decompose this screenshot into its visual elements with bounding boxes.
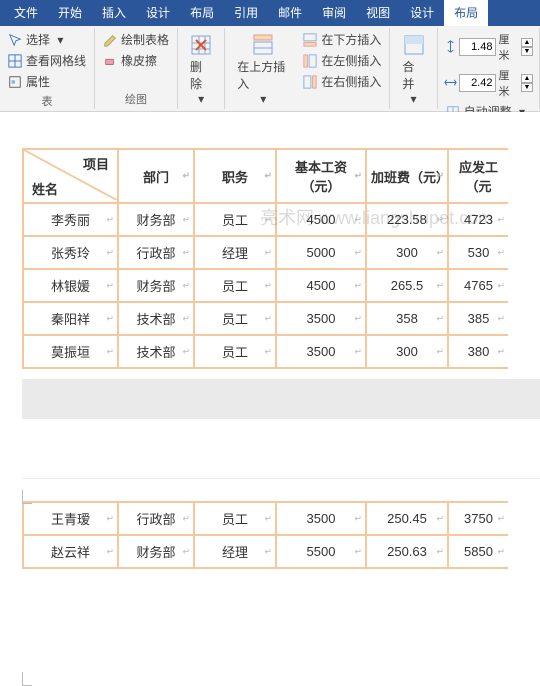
menu-布局[interactable]: 布局 [444,0,488,26]
group-label-draw: 绘图 [101,91,171,107]
group-rows-cols: 在上方插入▾ 在下方插入 在左侧插入 在右侧插入 行和列 [225,28,390,109]
col-width-input[interactable]: 2.42 [459,74,497,92]
group-merge: 合并▾ [390,28,437,109]
group-delete: 删除▾ [178,28,225,109]
menu-设计[interactable]: 设计 [400,0,444,26]
insert-below-button[interactable]: 在下方插入 [301,30,383,49]
col-base: 基本工资（元）↵ [276,149,366,203]
merge-button[interactable]: 合并▾ [396,30,430,108]
table-row[interactable]: 秦阳祥↵技术部↵员工↵3500↵358↵385↵ [23,302,508,335]
menu-审阅[interactable]: 审阅 [312,0,356,26]
table-row[interactable]: 王青瑷↵行政部↵员工↵3500↵250.45↵3750↵ [23,502,508,535]
select-button[interactable]: 选择 ▾ [6,30,88,49]
table-row[interactable]: 赵云祥↵财务部↵经理↵5500↵250.63↵5850↵ [23,535,508,568]
row-height-icon [444,40,457,54]
insert-left-button[interactable]: 在左侧插入 [301,51,383,70]
menu-文件[interactable]: 文件 [4,0,48,26]
menu-插入[interactable]: 插入 [92,0,136,26]
table-row[interactable]: 林银媛↵财务部↵员工↵4500↵265.5↵4765↵ [23,269,508,302]
menu-视图[interactable]: 视图 [356,0,400,26]
row-height-stepper[interactable]: ▲▼ [521,38,533,56]
diagonal-header: 项目 姓名 [23,149,118,203]
salary-table-2[interactable]: 王青瑷↵行政部↵员工↵3500↵250.45↵3750↵赵云祥↵财务部↵经理↵5… [22,501,508,569]
properties-button[interactable]: 属性 [6,72,88,91]
menu-设计[interactable]: 设计 [136,0,180,26]
page-break-mark [22,672,32,686]
ribbon: 选择 ▾ 查看网格线 属性 表 绘制表格 橡皮擦 绘图 删除▾ 在上方插入▾ 在… [0,26,540,112]
col-ot: 加班费（元）↵ [366,149,448,203]
salary-table[interactable]: 项目 姓名 部门↵ 职务↵ 基本工资（元）↵ 加班费（元）↵ 应发工（元 李秀丽… [22,148,508,369]
col-dept: 部门↵ [118,149,194,203]
view-gridlines-button[interactable]: 查看网格线 [6,51,88,70]
table-row[interactable]: 莫振垣↵技术部↵员工↵3500↵300↵380↵ [23,335,508,368]
menu-开始[interactable]: 开始 [48,0,92,26]
col-width-stepper[interactable]: ▲▼ [521,74,533,92]
menu-邮件[interactable]: 邮件 [268,0,312,26]
col-width-icon [444,76,457,90]
group-draw: 绘制表格 橡皮擦 绘图 [95,28,178,109]
delete-button[interactable]: 删除▾ [184,30,218,108]
insert-above-button[interactable]: 在上方插入▾ [231,30,295,108]
insert-right-button[interactable]: 在右侧插入 [301,72,383,91]
page-gap [22,379,540,479]
table-row[interactable]: 张秀玲↵行政部↵经理↵5000↵300↵530↵ [23,236,508,269]
table-row[interactable]: 李秀丽↵财务部↵员工↵4500↵223.58↵4723↵ [23,203,508,236]
group-cell-size: 1.48 厘米 ▲▼ 2.42 厘米 ▲▼ 自动调整 ▾ 单元格大小 [438,28,540,109]
menu-bar: 文件开始插入设计布局引用邮件审阅视图设计布局 [0,0,540,26]
group-table: 选择 ▾ 查看网格线 属性 表 [0,28,95,109]
row-height-input[interactable]: 1.48 [459,38,497,56]
col-due: 应发工（元 [448,149,508,203]
draw-table-button[interactable]: 绘制表格 [101,30,171,49]
group-label-table: 表 [6,93,88,109]
menu-引用[interactable]: 引用 [224,0,268,26]
menu-布局[interactable]: 布局 [180,0,224,26]
col-role: 职务↵ [194,149,276,203]
eraser-button[interactable]: 橡皮擦 [101,51,171,70]
document-area[interactable]: 亮术网 www.liangshupet.com 项目 姓名 部门↵ 职务↵ 基本… [0,112,540,569]
